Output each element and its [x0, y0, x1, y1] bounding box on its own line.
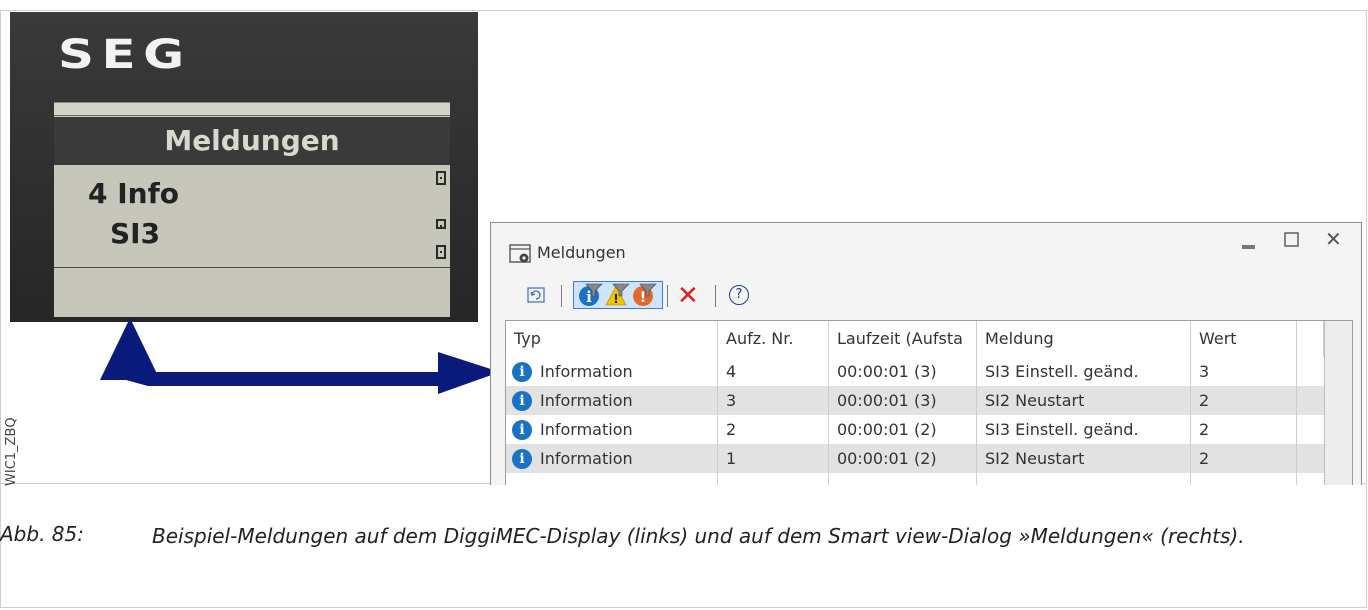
- lcd-line-2: SI3: [110, 217, 161, 250]
- cell-laufzeit: 00:00:01 (3): [829, 357, 977, 386]
- toolbar-separator: [667, 285, 668, 307]
- cell-meldung: SI3 Einstell. geänd.: [977, 415, 1191, 444]
- figure-id-label: WIC1_ZBQ: [4, 417, 19, 486]
- connector-arrow: [100, 318, 500, 394]
- cell-laufzeit: 00:00:01 (3): [829, 386, 977, 415]
- close-icon[interactable]: ✕: [1325, 229, 1343, 249]
- column-header-empty: [1297, 321, 1324, 357]
- lcd-separator: [54, 267, 450, 268]
- cell-laufzeit: 00:00:01 (2): [829, 415, 977, 444]
- figure-caption: Beispiel-Meldungen auf dem DiggiMEC-Disp…: [152, 524, 1245, 548]
- help-icon[interactable]: ?: [729, 285, 749, 305]
- table-row[interactable]: i Information 1 00:00:01 (2) SI2 Neustar…: [506, 444, 1324, 473]
- cell-empty: [977, 473, 1191, 485]
- cell-nr: 2: [718, 415, 829, 444]
- cell-typ: i Information: [506, 357, 718, 386]
- table-row-empty: [506, 473, 1324, 485]
- column-header-typ[interactable]: Typ: [506, 321, 718, 357]
- frame-bottom-border: [0, 607, 1366, 608]
- frame-right-border: [1366, 10, 1367, 608]
- lcd-line-1: 4 Info: [88, 177, 179, 210]
- cell-meldung: SI3 Einstell. geänd.: [977, 357, 1191, 386]
- info-icon: i: [512, 420, 532, 440]
- warning-filter-icon[interactable]: !: [605, 283, 631, 307]
- dialog-title: Meldungen: [537, 243, 626, 262]
- info-icon: i: [512, 391, 532, 411]
- cell-meldung: SI2 Neustart: [977, 386, 1191, 415]
- typ-text: Information: [540, 362, 633, 381]
- seg-logo: SEG: [58, 32, 192, 78]
- softkey-marker-icon: [436, 171, 446, 185]
- cell-nr: 3: [718, 386, 829, 415]
- softkey-marker-icon: [436, 219, 446, 229]
- cell-empty: [506, 473, 718, 485]
- lcd-title: Meldungen: [54, 117, 450, 165]
- window-settings-icon: [509, 244, 531, 263]
- cell-wert: 3: [1191, 357, 1297, 386]
- lcd-display: Meldungen 4 Info SI3: [54, 102, 450, 317]
- refresh-icon[interactable]: [527, 287, 545, 303]
- table-row[interactable]: i Information 2 00:00:01 (2) SI3 Einstel…: [506, 415, 1324, 444]
- cell-wert: 2: [1191, 444, 1297, 473]
- table-row[interactable]: i Information 4 00:00:01 (3) SI3 Einstel…: [506, 357, 1324, 386]
- cell-nr: 1: [718, 444, 829, 473]
- cell-nr: 4: [718, 357, 829, 386]
- typ-text: Information: [540, 420, 633, 439]
- diggimec-device: SEG Meldungen 4 Info SI3: [10, 12, 478, 322]
- info-filter-icon[interactable]: i: [578, 283, 604, 307]
- delete-icon[interactable]: ✕: [677, 283, 699, 309]
- table-row[interactable]: i Information 3 00:00:01 (3) SI2 Neustar…: [506, 386, 1324, 415]
- meldungen-dialog: Meldungen ✕ i ! ! ✕ ? Typ Aufz. Nr. Lauf…: [490, 222, 1362, 485]
- info-icon: i: [512, 362, 532, 382]
- svg-text:i: i: [586, 288, 592, 306]
- softkey-marker-icon: [436, 245, 446, 259]
- maximize-icon[interactable]: [1283, 231, 1301, 249]
- svg-text:!: !: [640, 290, 646, 306]
- typ-text: Information: [540, 391, 633, 410]
- frame-top-border: [0, 10, 1366, 11]
- svg-text:!: !: [613, 292, 618, 306]
- alarm-filter-icon[interactable]: !: [632, 283, 658, 307]
- minimize-icon[interactable]: [1239, 233, 1257, 251]
- column-header-aufz-nr[interactable]: Aufz. Nr.: [718, 321, 829, 357]
- info-icon: i: [512, 449, 532, 469]
- cell-typ: i Information: [506, 386, 718, 415]
- messages-table: Typ Aufz. Nr. Laufzeit (Aufsta Meldung W…: [505, 320, 1353, 485]
- cell-empty: [829, 473, 977, 485]
- cell-meldung: SI2 Neustart: [977, 444, 1191, 473]
- cell-empty: [1191, 473, 1297, 485]
- toolbar-separator: [561, 285, 562, 307]
- column-header-meldung[interactable]: Meldung: [977, 321, 1191, 357]
- cell-wert: 2: [1191, 386, 1297, 415]
- vertical-scrollbar[interactable]: [1324, 321, 1352, 485]
- arrow-body: [112, 364, 440, 386]
- cell-typ: i Information: [506, 444, 718, 473]
- typ-text: Information: [540, 449, 633, 468]
- message-type-filter: i ! !: [573, 281, 663, 309]
- lcd-top-strip: [54, 103, 450, 116]
- cell-wert: 2: [1191, 415, 1297, 444]
- column-header-laufzeit[interactable]: Laufzeit (Aufsta: [829, 321, 977, 357]
- cell-typ: i Information: [506, 415, 718, 444]
- column-header-wert[interactable]: Wert: [1191, 321, 1297, 357]
- toolbar-separator: [715, 285, 716, 307]
- cell-empty: [718, 473, 829, 485]
- cell-laufzeit: 00:00:01 (2): [829, 444, 977, 473]
- figure-number: Abb. 85:: [0, 522, 84, 546]
